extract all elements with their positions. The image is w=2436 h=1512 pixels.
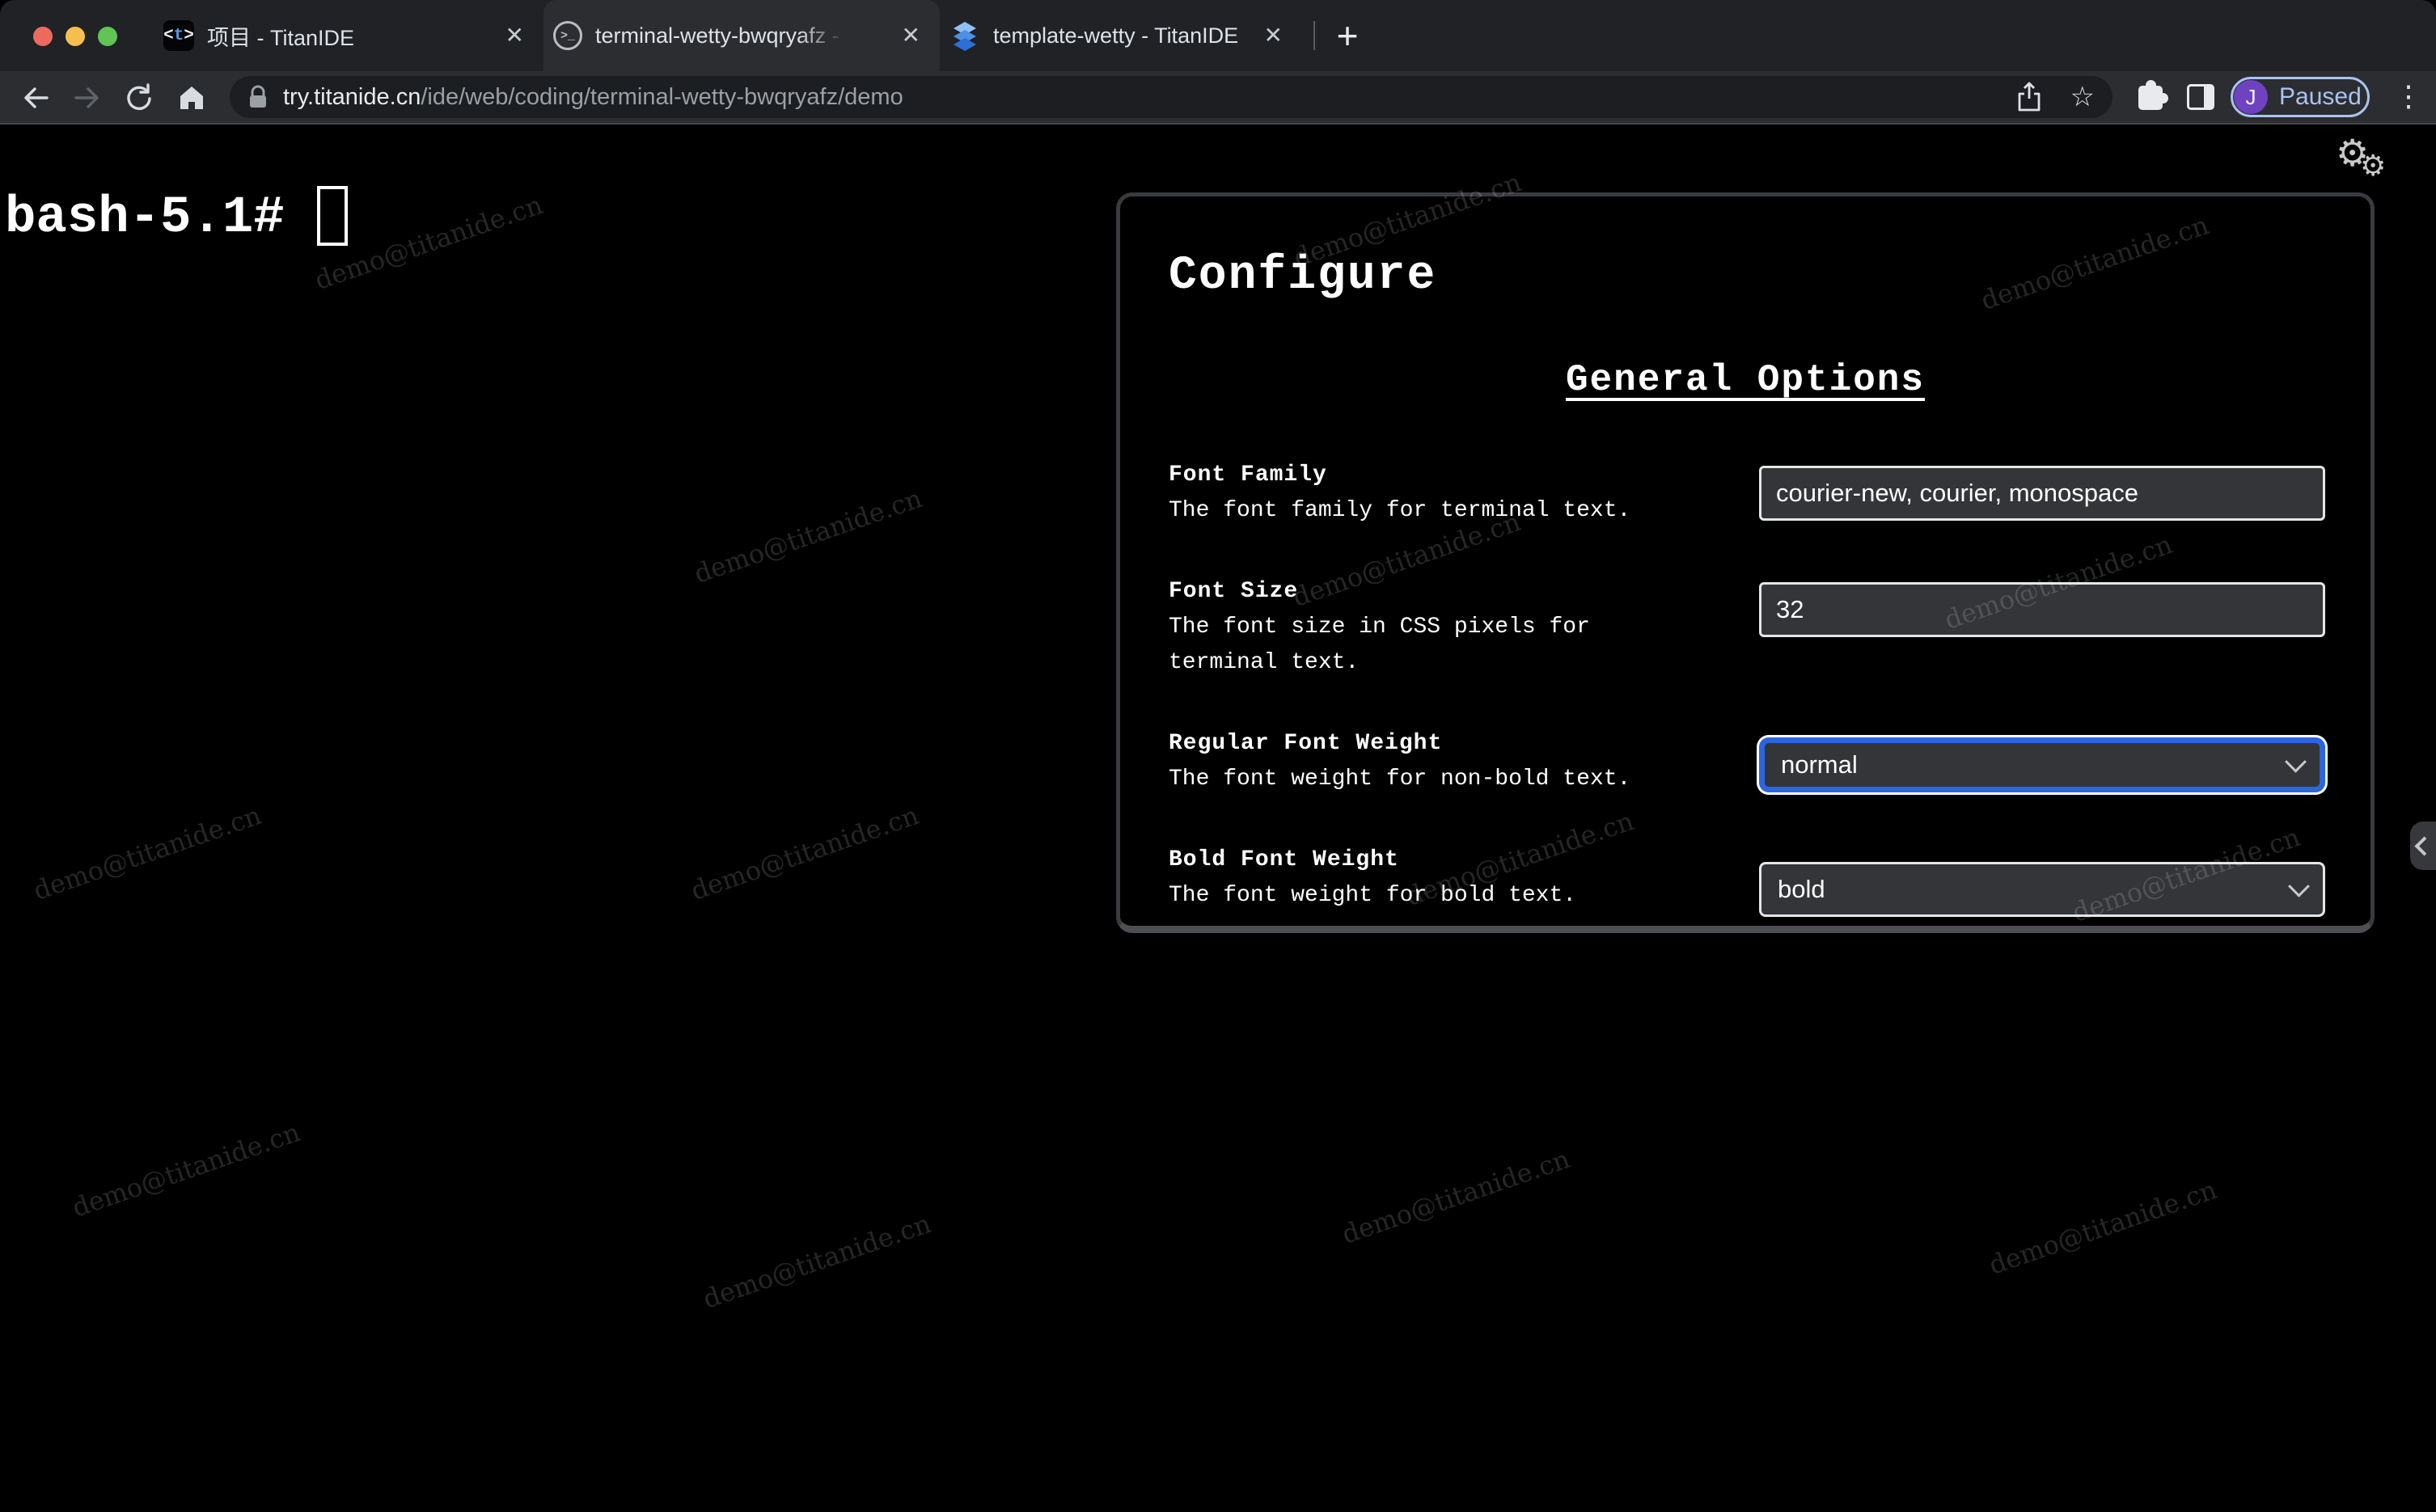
terminal-cursor[interactable] [317, 186, 348, 246]
field-description: The font weight for bold text. [1169, 883, 1577, 908]
panel-title: Configure [1169, 250, 1437, 302]
configure-panel: Configure General Options Font Family Th… [1116, 192, 2375, 933]
new-tab-button[interactable]: + [1326, 0, 1368, 71]
tab-strip: < t > 项目 - TitanIDE ✕ >_ terminal-wetty-bw… [0, 0, 2436, 71]
bookmark-star-icon[interactable]: ☆ [2070, 83, 2095, 111]
tab-title: terminal-wetty-bwqryafz - Tita [595, 23, 854, 48]
url-text: try.titanide.cn/ide/web/coding/terminal-… [283, 84, 903, 111]
url-path: /ide/web/coding/terminal-wetty-bwqryafz/… [421, 83, 903, 110]
field-description: The font family for terminal text. [1169, 498, 1631, 523]
address-bar[interactable]: try.titanide.cn/ide/web/coding/terminal-… [230, 76, 2112, 118]
watermark-text: demo@titanide.cn [1985, 1174, 2221, 1281]
reload-icon[interactable] [121, 81, 155, 115]
url-host: try.titanide.cn [283, 83, 421, 110]
home-icon[interactable] [175, 81, 209, 115]
config-row-bold-font-weight: Bold Font Weight The font weight for bol… [1169, 843, 2325, 917]
menu-dots-icon[interactable]: ⋮ [2394, 79, 2423, 113]
share-icon[interactable] [2015, 82, 2043, 112]
watermark-text: demo@titanide.cn [29, 800, 265, 906]
tab-close-icon[interactable]: ✕ [897, 23, 925, 49]
tab-template-wetty[interactable]: template-wetty - TitanIDE ✕ [940, 0, 1302, 71]
titanide-code-favicon: < t > [163, 20, 194, 51]
config-row-regular-font-weight: Regular Font Weight The font weight for … [1169, 726, 2325, 797]
browser-toolbar: try.titanide.cn/ide/web/coding/terminal-… [0, 71, 2436, 125]
terminal-favicon: >_ [553, 21, 582, 50]
bold-font-weight-select[interactable]: bold [1759, 862, 2325, 917]
tab-close-icon[interactable]: ✕ [1259, 23, 1288, 49]
field-label: Bold Font Weight [1169, 847, 1399, 872]
font-family-input[interactable] [1759, 466, 2325, 521]
tab-divider [1313, 21, 1315, 50]
field-label: Regular Font Weight [1169, 731, 1443, 756]
watermark-text: demo@titanide.cn [687, 800, 923, 906]
font-size-input[interactable] [1759, 582, 2325, 637]
field-description: The font size in CSS pixels for terminal… [1169, 615, 1590, 675]
collapse-panel-handle[interactable] [2410, 821, 2436, 870]
watermark-text: demo@titanide.cn [699, 1208, 935, 1315]
terminal-page: bash-5.1# ⚙ ⚙ Configure General Options … [0, 125, 2436, 1512]
avatar: J [2234, 80, 2268, 114]
field-description: The font weight for non-bold text. [1169, 767, 1631, 792]
forward-icon[interactable] [70, 81, 104, 115]
back-icon[interactable] [19, 81, 53, 115]
chevron-down-icon [2285, 750, 2307, 773]
tab-close-icon[interactable]: ✕ [501, 23, 529, 49]
field-label: Font Size [1169, 579, 1299, 604]
config-row-font-family: Font Family The font family for terminal… [1169, 458, 2325, 529]
extensions-icon[interactable] [2138, 80, 2168, 110]
tab-terminal-wetty-active[interactable]: >_ terminal-wetty-bwqryafz - Tita ✕ [543, 0, 940, 71]
field-label: Font Family [1169, 462, 1327, 488]
macos-close-button[interactable] [33, 27, 53, 46]
macos-zoom-button[interactable] [98, 27, 117, 46]
chevron-left-icon [2414, 835, 2434, 856]
side-panel-icon[interactable] [2187, 84, 2214, 110]
lock-icon [250, 85, 266, 108]
watermark-text: demo@titanide.cn [690, 483, 926, 589]
watermark-text: demo@titanide.cn [1338, 1143, 1574, 1250]
tab-title: template-wetty - TitanIDE [993, 23, 1239, 48]
macos-minimize-button[interactable] [66, 27, 85, 46]
section-heading: General Options [1565, 359, 1926, 401]
profile-button[interactable]: J Paused [2231, 77, 2370, 117]
config-row-font-size: Font Size The font size in CSS pixels fo… [1169, 574, 2325, 681]
browser-window: { "browser": { "tabs": [ {"title": "项目 -… [0, 0, 2436, 1512]
sync-paused-label: Paused [2279, 83, 2362, 110]
tab-project-titanide[interactable]: < t > 项目 - TitanIDE ✕ [154, 0, 543, 71]
tab-title: 项目 - TitanIDE [207, 25, 355, 50]
watermark-text: demo@titanide.cn [68, 1117, 304, 1223]
settings-gear-icon[interactable]: ⚙ ⚙ [2336, 134, 2400, 183]
regular-font-weight-select[interactable]: normal [1759, 737, 2325, 792]
layers-favicon [954, 22, 976, 51]
chevron-down-icon [2288, 875, 2310, 897]
terminal-prompt: bash-5.1# [5, 189, 285, 247]
